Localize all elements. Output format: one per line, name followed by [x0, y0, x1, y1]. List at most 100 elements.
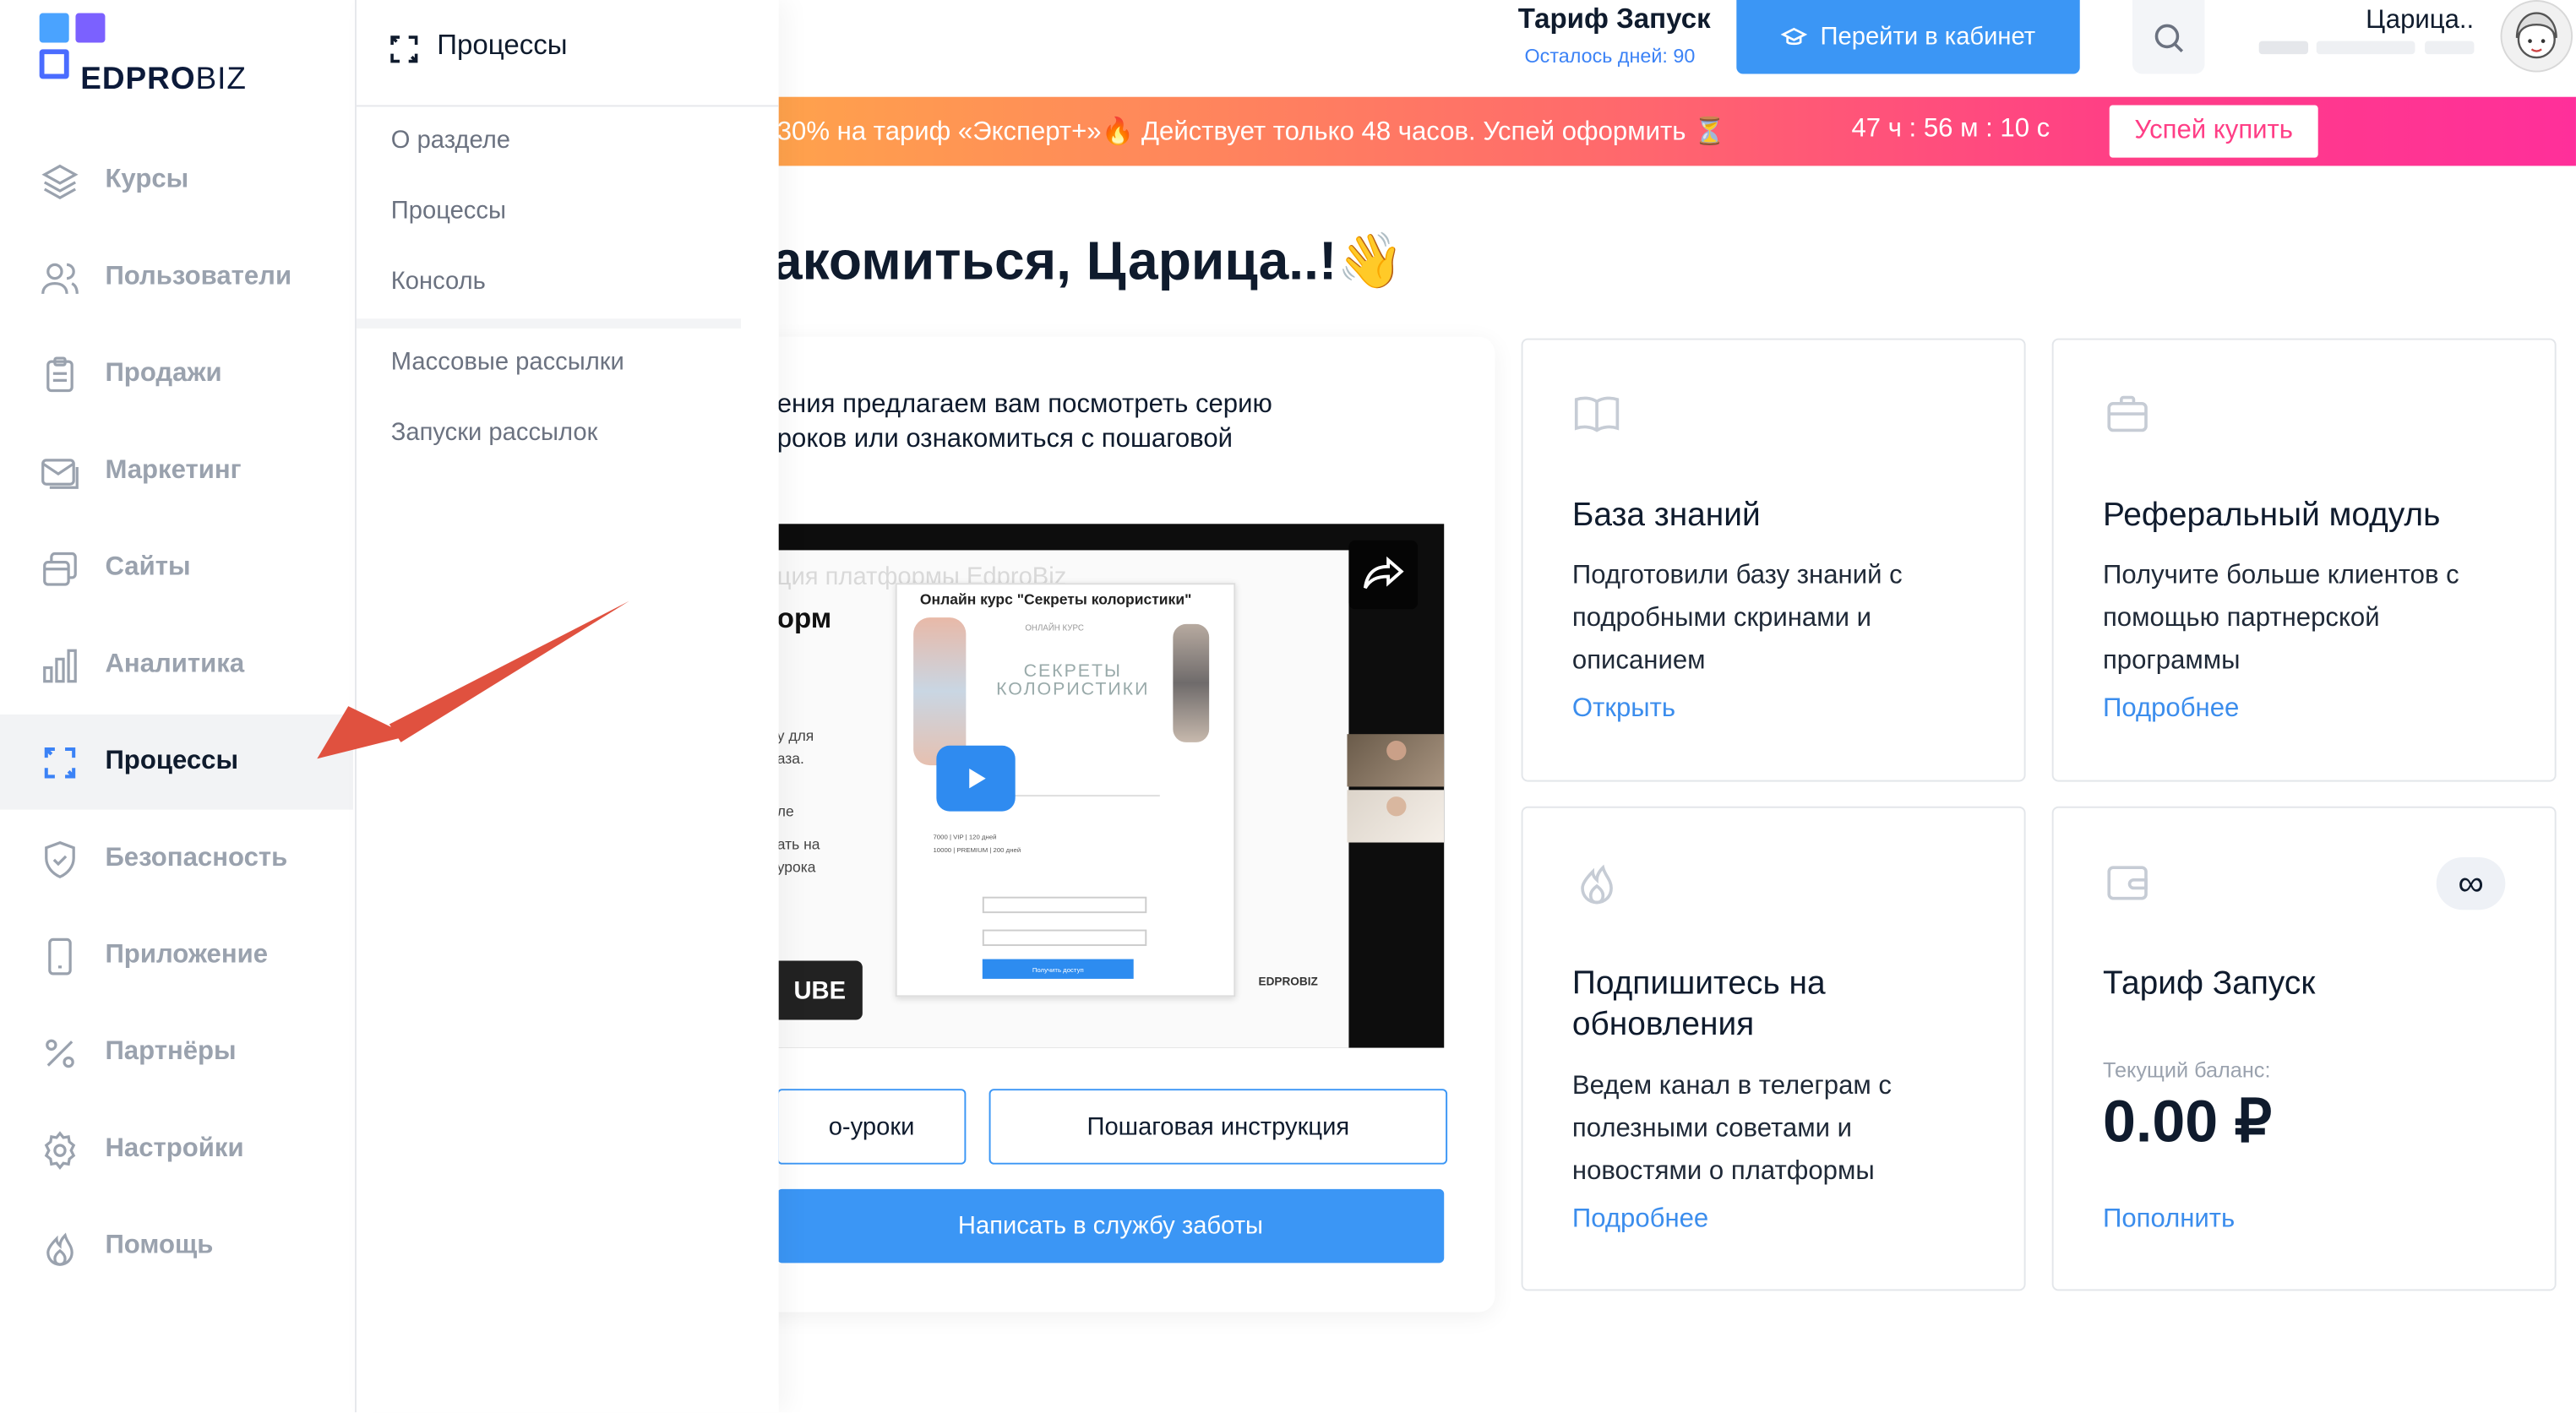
video-snip: аза.: [776, 750, 804, 768]
sidebar: EDPROBIZ Курсы Пользователи Продажи Марк…: [0, 0, 354, 1413]
logo-text-right: BIZ: [195, 62, 247, 97]
card-title: Подпишитесь на обновления: [1571, 965, 1826, 1043]
promo-text: 30% на тариф «Эксперт+»🔥 Действует тольк…: [776, 118, 1726, 147]
referral-module-card: Реферальный модуль Получите больше клиен…: [2051, 338, 2557, 782]
users-icon: [41, 263, 79, 294]
processes-submenu: Процессы О разделе Процессы Консоль Масс…: [355, 0, 779, 1413]
paint-stroke-image: [1173, 623, 1210, 742]
promo-buy-button[interactable]: Успей купить: [2109, 105, 2318, 158]
top-up-link[interactable]: Пополнить: [2103, 1205, 2235, 1235]
welcome-text-line: ения предлагаем вам посмотреть серию: [776, 390, 1272, 419]
flame-icon: [1581, 864, 1613, 905]
sidebar-item-sites[interactable]: Сайты: [0, 520, 353, 616]
submenu-item-processes[interactable]: Процессы: [391, 197, 506, 225]
user-name[interactable]: Царица..: [2366, 7, 2474, 36]
layers-icon: [41, 164, 79, 199]
logo-square: [39, 49, 69, 79]
submenu-title: Процессы: [437, 30, 568, 61]
video-left-snips: у для аза. ле ать на урока: [777, 725, 820, 879]
wallet-icon: [2107, 866, 2148, 900]
knowledge-base-card: База знаний Подготовили базу знаний с по…: [1521, 338, 2026, 782]
submenu-item-mass-mailings[interactable]: Массовые рассылки: [391, 348, 624, 376]
video-course-heading: СЕКРЕТЫ КОЛОРИСТИКИ: [996, 661, 1150, 700]
video-lessons-button[interactable]: о-уроки: [776, 1089, 967, 1165]
submenu-header: Процессы: [356, 0, 779, 107]
video-price-rows: 7000 | VIP | 120 дней 10000 | PREMIUM | …: [933, 831, 1021, 857]
submenu-divider: [356, 318, 741, 329]
paint-stroke-image: [913, 617, 967, 766]
logo-square: [75, 13, 106, 43]
phone-icon: [48, 937, 72, 976]
webcam-face: [1386, 740, 1407, 761]
search-icon: [2154, 23, 2184, 52]
sidebar-item-label: Аналитика: [105, 650, 245, 679]
submenu-item-about[interactable]: О разделе: [391, 127, 510, 155]
video-player[interactable]: ция платформы EdproBiz орм у для аза. ле…: [776, 524, 1445, 1048]
video-snip: урока: [776, 858, 816, 876]
step-by-step-instruction-button[interactable]: Пошаговая инструкция: [988, 1089, 1448, 1165]
promo-timer: 47 ч : 56 м : 10 с: [1851, 115, 2050, 144]
sidebar-item-help[interactable]: Помощь: [0, 1198, 353, 1294]
go-to-cabinet-button[interactable]: Перейти в кабинет: [1736, 0, 2080, 74]
avatar[interactable]: [2500, 0, 2573, 73]
video-price-row: 7000 | VIP | 120 дней: [933, 832, 997, 841]
subscribe-updates-card: Подпишитесь на обновления Ведем канал в …: [1521, 806, 2026, 1291]
sidebar-item-label: Партнёры: [105, 1037, 237, 1066]
sidebar-item-marketing[interactable]: Маркетинг: [0, 424, 353, 519]
sidebar-item-label: Продажи: [105, 359, 222, 388]
share-button[interactable]: [1348, 540, 1419, 610]
search-button[interactable]: [2132, 0, 2205, 74]
flame-icon: [46, 1232, 74, 1266]
sidebar-item-label: Курсы: [105, 166, 189, 194]
sidebar-item-sales[interactable]: Продажи: [0, 327, 353, 422]
video-form-field: [982, 896, 1147, 914]
logo[interactable]: EDPROBIZ: [39, 13, 246, 97]
play-icon: [969, 769, 986, 789]
promo-banner: 30% на тариф «Эксперт+»🔥 Действует тольк…: [776, 96, 2576, 166]
logo-text: EDPROBIZ: [80, 62, 247, 99]
tariff-card: ∞ Тариф Запуск Текущий баланс: 0.00 ₽ По…: [2051, 806, 2557, 1291]
balance-label: Текущий баланс:: [2102, 1057, 2271, 1083]
shield-icon: [45, 840, 75, 878]
mail-icon: [41, 459, 79, 489]
book-icon: [1574, 396, 1620, 432]
referral-more-link[interactable]: Подробнее: [2103, 695, 2239, 725]
sidebar-item-label: Пользователи: [105, 263, 292, 291]
share-icon: [1363, 556, 1404, 590]
subscribe-more-link[interactable]: Подробнее: [1572, 1205, 1708, 1235]
sidebar-item-security[interactable]: Безопасность: [0, 812, 353, 907]
video-snip: ле: [776, 802, 794, 820]
open-knowledge-base-link[interactable]: Открыть: [1572, 695, 1675, 725]
card-description: Получите больше клиентов с помощью партн…: [2102, 562, 2459, 676]
blurred-text: [2425, 41, 2475, 55]
sidebar-item-settings[interactable]: Настройки: [0, 1102, 353, 1198]
youtube-badge[interactable]: UBE: [776, 960, 863, 1020]
bar-chart-icon: [43, 649, 77, 683]
sidebar-item-courses[interactable]: Курсы: [0, 133, 353, 229]
support-button[interactable]: Написать в службу заботы: [776, 1188, 1445, 1264]
sidebar-item-processes[interactable]: Процессы: [0, 714, 354, 810]
sidebar-item-analytics[interactable]: Аналитика: [0, 617, 353, 713]
card-title: Тариф Запуск: [2102, 965, 2316, 1003]
sidebar-item-users[interactable]: Пользователи: [0, 230, 353, 325]
video-side-text: орм: [776, 602, 832, 634]
play-button[interactable]: [936, 745, 1016, 812]
video-course-label: Онлайн курс "Секреты колористики": [919, 591, 1192, 608]
sidebar-item-label: Сайты: [105, 553, 191, 582]
percent-icon: [46, 1039, 74, 1068]
video-price-row: 10000 | PREMIUM | 200 дней: [933, 845, 1021, 855]
video-form-button: Получить доступ: [982, 959, 1134, 979]
sidebar-item-app[interactable]: Приложение: [0, 908, 353, 1003]
video-course-small: ОНЛАЙН КУРС: [1025, 623, 1084, 634]
submenu-item-mailing-launches[interactable]: Запуски рассылок: [391, 419, 598, 447]
welcome-text-line: роков или ознакомиться с пошаговой: [776, 425, 1234, 454]
video-snip: у для: [776, 727, 814, 744]
sidebar-item-partners[interactable]: Партнёры: [0, 1005, 353, 1101]
card-title: База знаний: [1571, 497, 1761, 534]
header-tariff-days: Осталось дней: 90: [1524, 44, 1696, 68]
sidebar-item-label: Помощь: [105, 1231, 214, 1260]
processes-icon: [390, 35, 418, 63]
briefcase-icon: [2107, 395, 2148, 432]
submenu-item-console[interactable]: Консоль: [391, 268, 486, 296]
video-watermark: EDPROBIZ: [1258, 976, 1318, 989]
